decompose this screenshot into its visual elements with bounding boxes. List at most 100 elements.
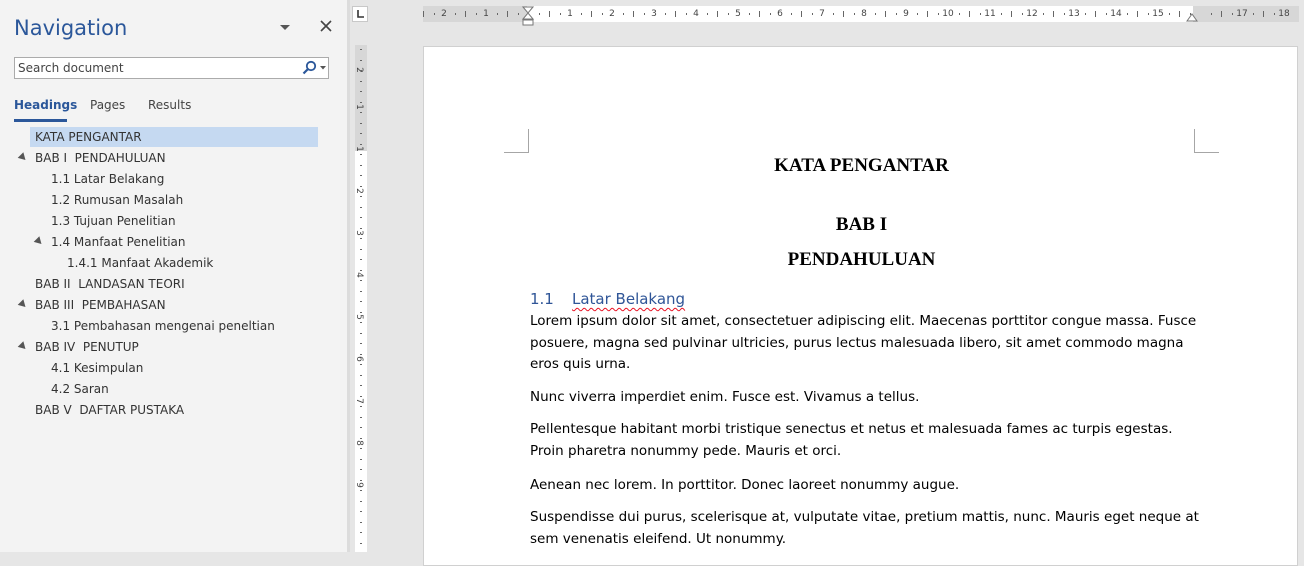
ruler-tick [360,154,362,155]
ruler-number: 3 [651,9,657,19]
ruler-number: 6 [777,9,783,19]
ruler-number: 12 [1026,9,1038,19]
heading-item[interactable]: 1.2 Rumusan Masalah [51,190,183,210]
heading-item[interactable]: KATA PENGANTAR [30,127,318,147]
tab-selector-button[interactable] [352,6,368,22]
expand-collapse-icon[interactable] [33,236,45,247]
ruler-tick [360,374,362,376]
ruler-tick [874,13,876,15]
heading-item[interactable]: 4.2 Saran [51,379,109,399]
vertical-ruler[interactable]: 2 1 1 2 3 4 5 6 7 8 9 [353,45,367,552]
ruler-number: 5 [735,9,741,19]
ruler-tick [360,301,362,302]
ruler-number: 6 [353,356,364,362]
ruler-tick [360,469,362,470]
tab-headings[interactable]: Headings [14,98,77,112]
ruler-tick [549,11,550,17]
ruler-tick [360,458,362,460]
heading-item[interactable]: BAB I PENDAHULUAN [35,148,166,168]
search-box [14,57,329,79]
pane-splitter[interactable] [347,0,350,552]
ruler-tick [360,521,362,523]
close-icon[interactable] [317,17,335,35]
heading-item[interactable]: BAB II LANDASAN TEORI [35,274,185,294]
ruler-tick [360,196,362,197]
ruler-tick [958,13,960,15]
ruler-tick [759,11,760,17]
ruler-tick [360,227,362,229]
chapter-title[interactable]: PENDAHULUAN [424,249,1299,271]
indent-marker-right[interactable] [1186,12,1198,22]
search-input[interactable] [15,58,295,78]
ruler-tick [360,238,362,239]
ruler-tick [1011,11,1012,17]
ruler-number: 1 [483,9,489,19]
ruler-tick [843,11,844,17]
ruler-tick [664,13,666,15]
heading-item[interactable]: 1.4.1 Manfaat Akademik [67,253,213,273]
heading-item[interactable]: 1.4 Manfaat Penelitian [51,232,186,252]
ruler-tick [675,11,676,17]
ruler-tick [1053,11,1054,17]
tab-results[interactable]: Results [148,98,191,112]
ruler-tick [1042,13,1044,15]
ruler-tick [360,479,362,481]
ruler-number: 4 [353,272,364,278]
ruler-number: 2 [441,9,447,19]
expand-collapse-icon[interactable] [17,152,29,163]
paragraph-3[interactable]: Pellentesque habitant morbi tristique se… [530,419,1200,462]
ruler-tick [360,133,362,134]
ruler-tick [1126,13,1128,15]
ruler-tick [790,13,792,15]
expand-collapse-icon[interactable] [17,341,29,352]
ruler-tick [360,427,362,428]
paragraph-2[interactable]: Nunc viverra imperdiet enim. Fusce est. … [530,387,1200,409]
ruler-tick [717,11,718,17]
ruler-tick [360,122,362,124]
ruler-tick [591,11,592,17]
ruler-number: 2 [353,188,364,194]
ruler-tick [360,143,362,145]
paragraph-1[interactable]: Lorem ipsum dolor sit amet, consectetuer… [530,311,1200,376]
ruler-tick [360,332,362,334]
section-title[interactable]: Latar Belakang [572,290,685,308]
ruler-tick [969,11,970,17]
ruler-tick [559,13,561,15]
ruler-tick [580,13,582,15]
section-number[interactable]: 1.1 [530,290,554,308]
ruler-tick [538,13,540,15]
ruler-tick [622,13,624,15]
horizontal-ruler[interactable]: 2 1 1 2 3 4 5 6 7 8 9 10 11 12 13 14 15 17 18 [423,6,1299,26]
heading-item[interactable]: BAB IV PENUTUP [35,337,139,357]
ruler-tick [360,490,362,491]
ruler-tick [360,248,362,250]
document-page[interactable]: KATA PENGANTAR BAB I PENDAHULUAN 1.1 Lat… [423,46,1298,566]
ruler-tick [937,13,939,15]
paragraph-4[interactable]: Aenean nec lorem. In porttitor. Donec la… [530,475,1200,497]
ruler-tick [360,164,362,166]
heading-item[interactable]: 4.1 Kesimpulan [51,358,143,378]
ruler-tick [360,542,362,544]
navigation-pane: Navigation Headings Pages Results KATA P… [0,0,349,552]
heading-item[interactable]: BAB V DAFTAR PUSTAKA [35,400,184,420]
pane-options-dropdown-icon[interactable] [279,22,291,32]
ruler-tick [360,101,362,103]
search-icon[interactable] [299,60,329,77]
ruler-tick [360,290,362,292]
tab-pages[interactable]: Pages [90,98,125,112]
ruler-tick [1063,13,1065,15]
ruler-tick [685,13,687,15]
ruler-number: 9 [903,9,909,19]
indent-marker-left[interactable] [522,6,534,26]
ruler-tick [811,13,813,15]
heading-item[interactable]: 3.1 Pembahasan mengenai peneltian [51,316,275,336]
heading-item[interactable]: 1.3 Tujuan Penelitian [51,211,176,231]
document-title[interactable]: KATA PENGANTAR [424,155,1299,177]
expand-collapse-icon[interactable] [17,299,29,310]
chapter-heading[interactable]: BAB I [424,214,1299,236]
ruler-tick [801,11,802,17]
paragraph-5[interactable]: Suspendisse dui purus, scelerisque at, v… [530,507,1200,550]
heading-item[interactable]: BAB III PEMBAHASAN [35,295,166,315]
ruler-tick [1221,11,1222,17]
heading-item[interactable]: 1.1 Latar Belakang [51,169,164,189]
